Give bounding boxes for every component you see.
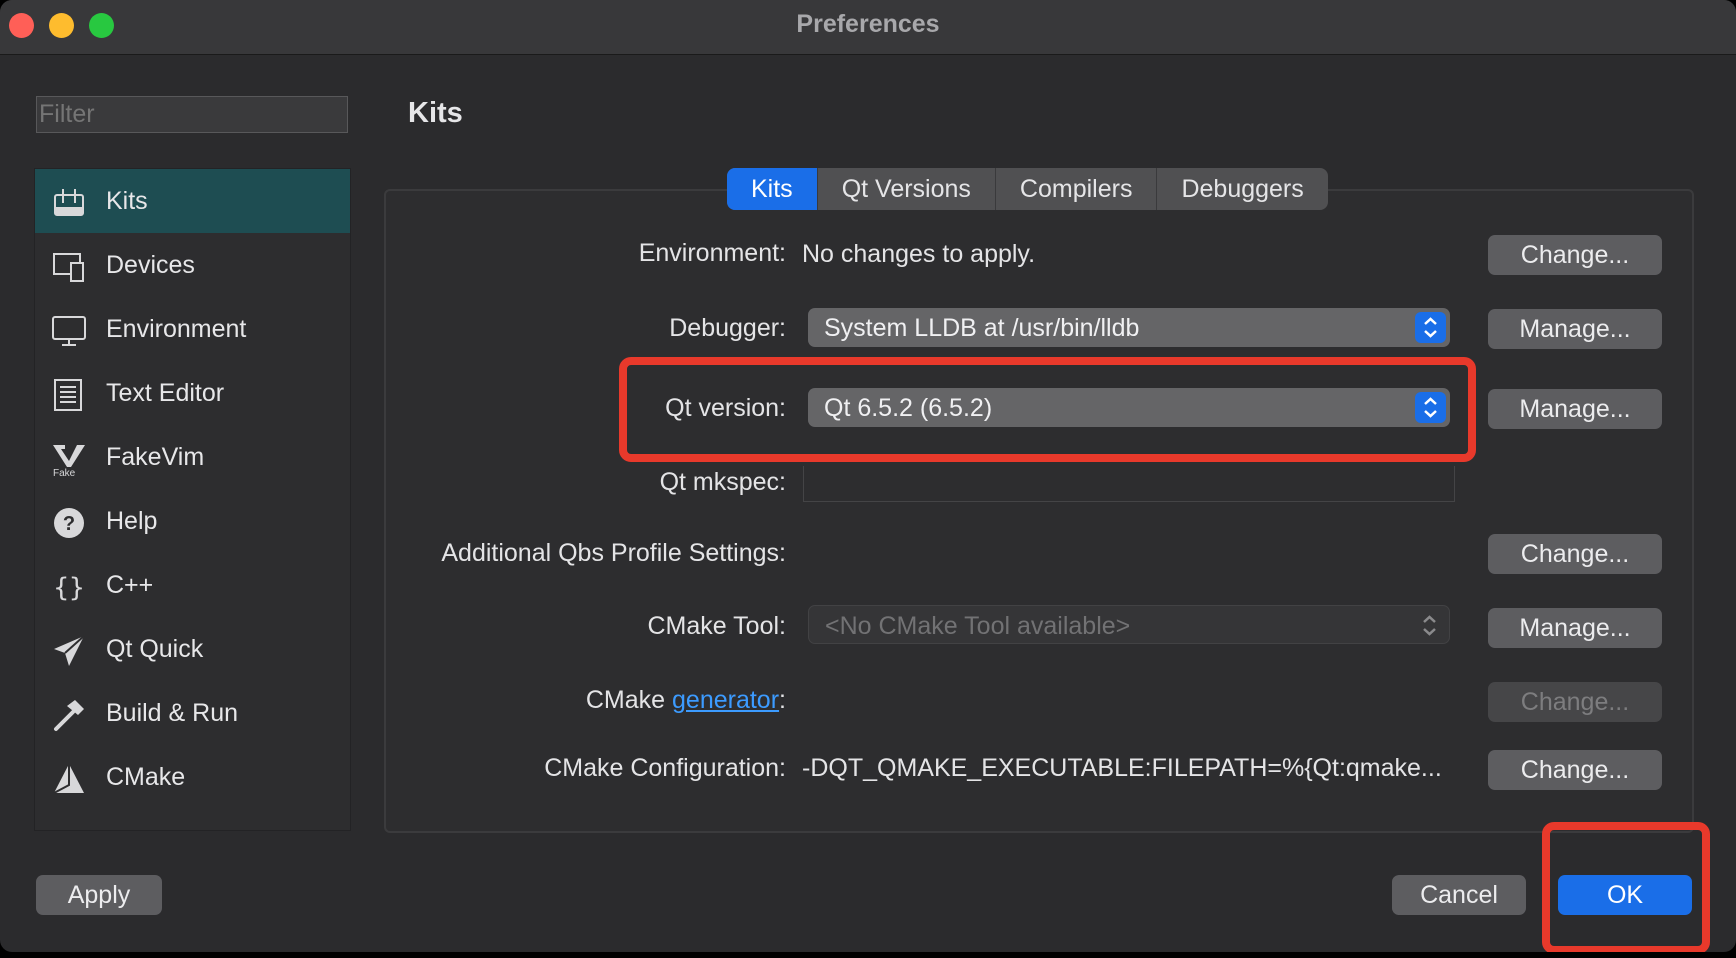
braces-icon: {}: [53, 573, 84, 603]
kits-icon: [54, 189, 84, 216]
page-title: Kits: [408, 97, 463, 129]
qt-mkspec-label: Qt mkspec:: [659, 468, 786, 496]
fakevim-icon: Fake: [53, 445, 85, 477]
sidebar-item-label: Devices: [106, 251, 195, 279]
sidebar-item-environment[interactable]: Environment: [35, 297, 350, 361]
svg-text:{}: {}: [53, 573, 84, 603]
filter-input[interactable]: [36, 96, 348, 133]
cmake-generator-label-prefix: CMake: [585, 686, 673, 714]
tab-bar: Kits Qt Versions Compilers Debuggers: [727, 168, 1328, 210]
cmake-generator-change-button[interactable]: Change...: [1488, 682, 1662, 722]
cmake-tool-select[interactable]: <No CMake Tool available>: [808, 605, 1450, 644]
kits-panel: [384, 189, 1694, 833]
sidebar-item-label: Help: [106, 507, 158, 535]
debugger-label: Debugger:: [669, 314, 786, 342]
sidebar-item-cmake[interactable]: CMake: [35, 745, 350, 809]
cmake-configuration-label: CMake Configuration:: [544, 754, 786, 782]
cmake-generator-label-suffix: :: [779, 686, 786, 714]
cmake-tool-manage-button[interactable]: Manage...: [1488, 608, 1662, 648]
sidebar-item-text-editor[interactable]: Text Editor: [35, 361, 350, 425]
debugger-manage-button[interactable]: Manage...: [1488, 309, 1662, 349]
environment-change-button[interactable]: Change...: [1488, 235, 1662, 275]
qbs-profile-label: Additional Qbs Profile Settings:: [441, 539, 786, 567]
help-icon: ?: [54, 508, 84, 538]
monitor-icon: [52, 316, 86, 346]
sidebar-item-help[interactable]: ? Help: [35, 489, 350, 553]
apply-button[interactable]: Apply: [36, 875, 162, 915]
svg-text:?: ?: [63, 513, 75, 535]
tab-qt-versions[interactable]: Qt Versions: [816, 168, 995, 210]
cmake-generator-label: CMake generator:: [586, 686, 786, 715]
qbs-change-button[interactable]: Change...: [1488, 534, 1662, 574]
environment-label: Environment:: [638, 239, 786, 267]
tab-debuggers[interactable]: Debuggers: [1156, 168, 1327, 210]
sidebar-item-qt-quick[interactable]: Qt Quick: [35, 617, 350, 681]
window-title: Preferences: [796, 10, 940, 38]
sidebar-item-label: Environment: [106, 315, 247, 343]
sidebar-item-label: Build & Run: [106, 699, 239, 727]
tab-compilers[interactable]: Compilers: [994, 168, 1157, 210]
sidebar-item-label: CMake: [106, 763, 186, 791]
chevron-up-down-icon: [1423, 615, 1436, 636]
sidebar-item-label: Text Editor: [106, 379, 225, 407]
sidebar-item-label: Qt Quick: [106, 635, 204, 663]
sidebar-item-cpp[interactable]: {} C++: [35, 553, 350, 617]
debugger-select[interactable]: System LLDB at /usr/bin/lldb: [808, 308, 1450, 347]
cmake-generator-link[interactable]: generator: [672, 686, 779, 714]
ok-button-highlight-box: [1542, 822, 1710, 952]
sidebar-item-label: C++: [106, 571, 154, 599]
svg-text:Fake: Fake: [53, 468, 76, 477]
environment-value: No changes to apply.: [802, 240, 1036, 268]
paper-plane-icon: [54, 635, 85, 666]
sidebar-item-label: Kits: [106, 187, 148, 215]
devices-icon: [53, 253, 84, 282]
cmake-icon: [53, 764, 84, 794]
title-bar: Preferences: [0, 0, 1736, 55]
sidebar-item-build-run[interactable]: Build & Run: [35, 681, 350, 745]
sidebar-item-devices[interactable]: Devices: [35, 233, 350, 297]
sidebar-item-label: FakeVim: [106, 443, 205, 471]
sidebar: Kits Devices Environment Text Editor Fak…: [34, 168, 351, 831]
qt-mkspec-input[interactable]: [803, 466, 1455, 502]
cmake-configuration-change-button[interactable]: Change...: [1488, 750, 1662, 790]
cmake-tool-select-value: <No CMake Tool available>: [825, 612, 1131, 640]
hammer-icon: [54, 700, 84, 731]
text-editor-icon: [54, 379, 82, 411]
debugger-select-value: System LLDB at /usr/bin/lldb: [824, 314, 1140, 342]
cmake-tool-label: CMake Tool:: [647, 612, 787, 640]
sidebar-item-fakevim[interactable]: Fake FakeVim: [35, 425, 350, 489]
sidebar-item-kits[interactable]: Kits: [35, 169, 350, 233]
preferences-window: Preferences Kits Devices: [0, 0, 1736, 952]
qt-version-highlight-box: [619, 357, 1476, 462]
cmake-configuration-value: -DQT_QMAKE_EXECUTABLE:FILEPATH=%{Qt:qmak…: [802, 754, 1442, 782]
chevron-up-down-icon: [1415, 312, 1446, 343]
cancel-button[interactable]: Cancel: [1392, 875, 1526, 915]
qt-version-manage-button[interactable]: Manage...: [1488, 389, 1662, 429]
tab-kits[interactable]: Kits: [727, 168, 817, 210]
